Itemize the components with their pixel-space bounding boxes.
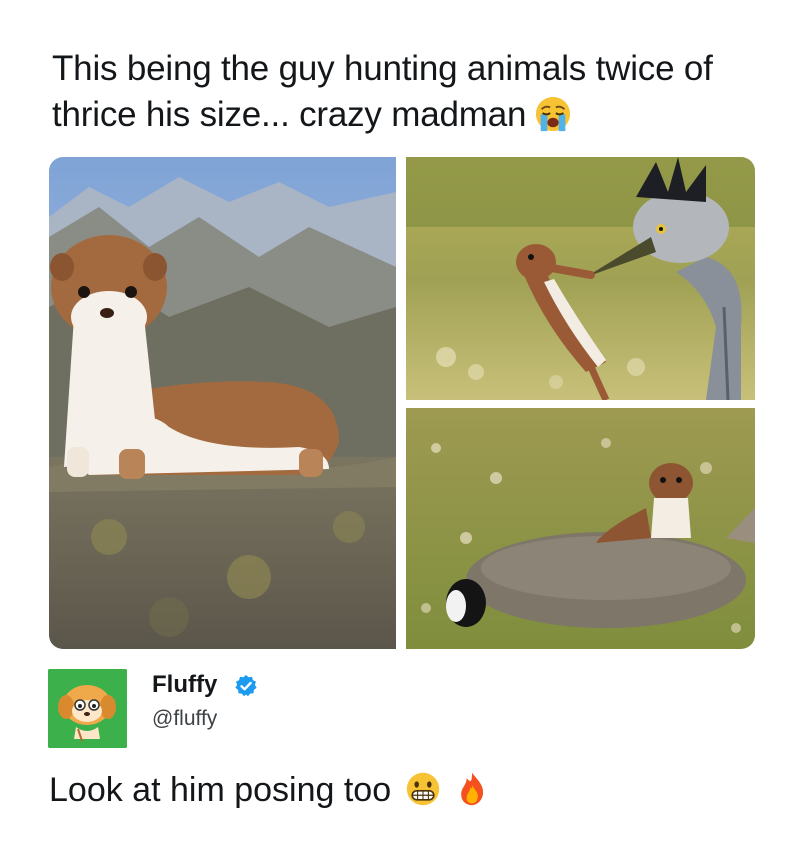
image-grid	[49, 157, 755, 649]
dog-avatar-icon	[48, 669, 127, 748]
caption-text: This being the guy hunting animals twice…	[52, 49, 713, 134]
author-name[interactable]: Fluffy	[152, 671, 217, 699]
photo-weasel-on-rabbit[interactable]	[406, 408, 755, 649]
verified-badge-icon	[235, 675, 257, 697]
crying-face-icon	[536, 96, 571, 132]
grimacing-face-icon	[406, 772, 439, 806]
fire-icon	[461, 772, 484, 806]
author-handle[interactable]: @fluffy	[152, 707, 217, 731]
post-text: Look at him posing too	[49, 768, 490, 812]
photo-weasel-on-rock[interactable]	[49, 157, 396, 649]
photo-weasel-vs-heron[interactable]	[406, 157, 755, 400]
meme-caption: This being the guy hunting animals twice…	[52, 46, 752, 138]
author-avatar[interactable]	[48, 669, 127, 748]
post-text-content: Look at him posing too	[49, 771, 392, 809]
